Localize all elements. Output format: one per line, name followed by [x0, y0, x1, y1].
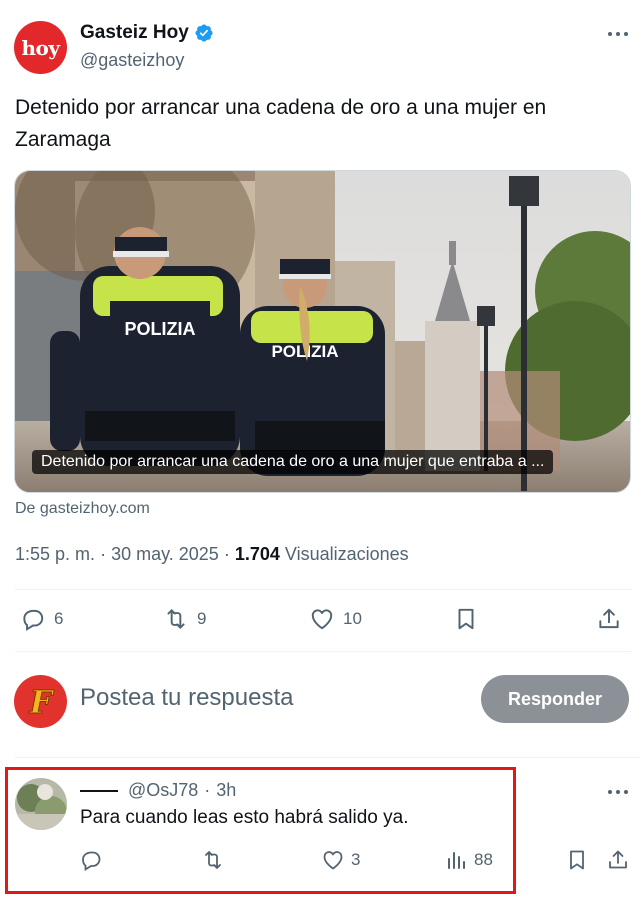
reply-button[interactable]: Responder — [481, 675, 629, 723]
author-name[interactable]: Gasteiz Hoy — [80, 22, 189, 44]
share-icon — [609, 850, 627, 869]
reply-icon — [23, 609, 44, 631]
reply-text: Para cuando leas esto habrá salido ya. — [80, 807, 409, 828]
author-name-row[interactable]: Gasteiz Hoy — [80, 22, 214, 44]
reply-views-count: 88 — [474, 850, 493, 869]
tweet-time[interactable]: 1:55 p. m. — [15, 544, 95, 564]
more-icon[interactable] — [604, 780, 632, 804]
tweet-meta: 1:55 p. m. · 30 may. 2025 · 1.704 Visual… — [15, 544, 409, 564]
like-icon — [311, 609, 333, 630]
divider — [15, 589, 632, 590]
avatar-logo: F — [28, 682, 55, 721]
avatar-logo-text: hoy — [21, 35, 60, 60]
like-count: 10 — [343, 609, 362, 628]
user-avatar[interactable]: F — [14, 675, 67, 728]
more-icon[interactable] — [604, 22, 632, 46]
reply-handle[interactable]: @OsJ78 — [128, 780, 198, 801]
bookmark-icon — [570, 850, 584, 870]
card-source[interactable]: De gasteizhoy.com — [15, 500, 150, 518]
reply-header: @OsJ78 · 3h — [80, 780, 236, 801]
reply-bookmark-button[interactable] — [565, 848, 589, 872]
reply-input[interactable]: Postea tu respuesta — [80, 684, 293, 712]
like-icon — [323, 851, 343, 870]
share-icon — [599, 608, 619, 629]
reply-action[interactable]: 6 — [20, 606, 63, 632]
avatar-letter: F — [28, 683, 54, 721]
views-icon — [448, 852, 465, 869]
views-count: 1.704 — [234, 544, 280, 564]
verified-icon — [195, 24, 213, 42]
reply-icon — [82, 851, 101, 872]
bookmark-icon — [458, 608, 474, 630]
reply-time[interactable]: 3h — [216, 780, 236, 801]
divider — [15, 651, 632, 652]
reply-like-action[interactable]: 3 — [321, 848, 360, 872]
reply-count: 6 — [54, 609, 64, 628]
reply-author-name[interactable] — [80, 789, 118, 792]
reply-reply-action[interactable] — [79, 848, 103, 872]
divider — [15, 757, 641, 758]
like-action[interactable]: 10 — [309, 606, 362, 632]
author-avatar[interactable]: hoy — [14, 21, 67, 74]
reply-share-button[interactable] — [606, 848, 630, 872]
card-caption: Detenido por arrancar una cadena de oro … — [32, 450, 554, 474]
author-handle[interactable]: @gasteizhoy — [80, 50, 184, 71]
reply-views-action[interactable]: 88 — [444, 848, 493, 872]
retweet-icon — [167, 609, 185, 629]
retweet-action[interactable]: 9 — [163, 606, 206, 632]
reply-like-count: 3 — [351, 850, 361, 869]
tweet-actions: 6 9 10 — [0, 600, 641, 640]
link-card[interactable]: POLIZIA POLIZIA Detenido por arrancar un… — [14, 170, 631, 493]
tweet-date[interactable]: 30 may. 2025 — [111, 544, 219, 564]
officer-label-1: POLIZIA — [125, 319, 196, 339]
retweet-icon — [205, 851, 221, 869]
reply-retweet-action[interactable] — [201, 848, 225, 872]
retweet-count: 9 — [197, 609, 207, 628]
card-photo: POLIZIA POLIZIA — [15, 171, 630, 492]
reply-author-avatar[interactable] — [15, 778, 67, 830]
views-label: Visualizaciones — [284, 544, 409, 564]
share-button[interactable] — [596, 606, 622, 632]
bookmark-button[interactable] — [453, 606, 479, 632]
avatar-photo — [15, 778, 67, 830]
tweet-text: Detenido por arrancar una cadena de oro … — [15, 96, 547, 151]
